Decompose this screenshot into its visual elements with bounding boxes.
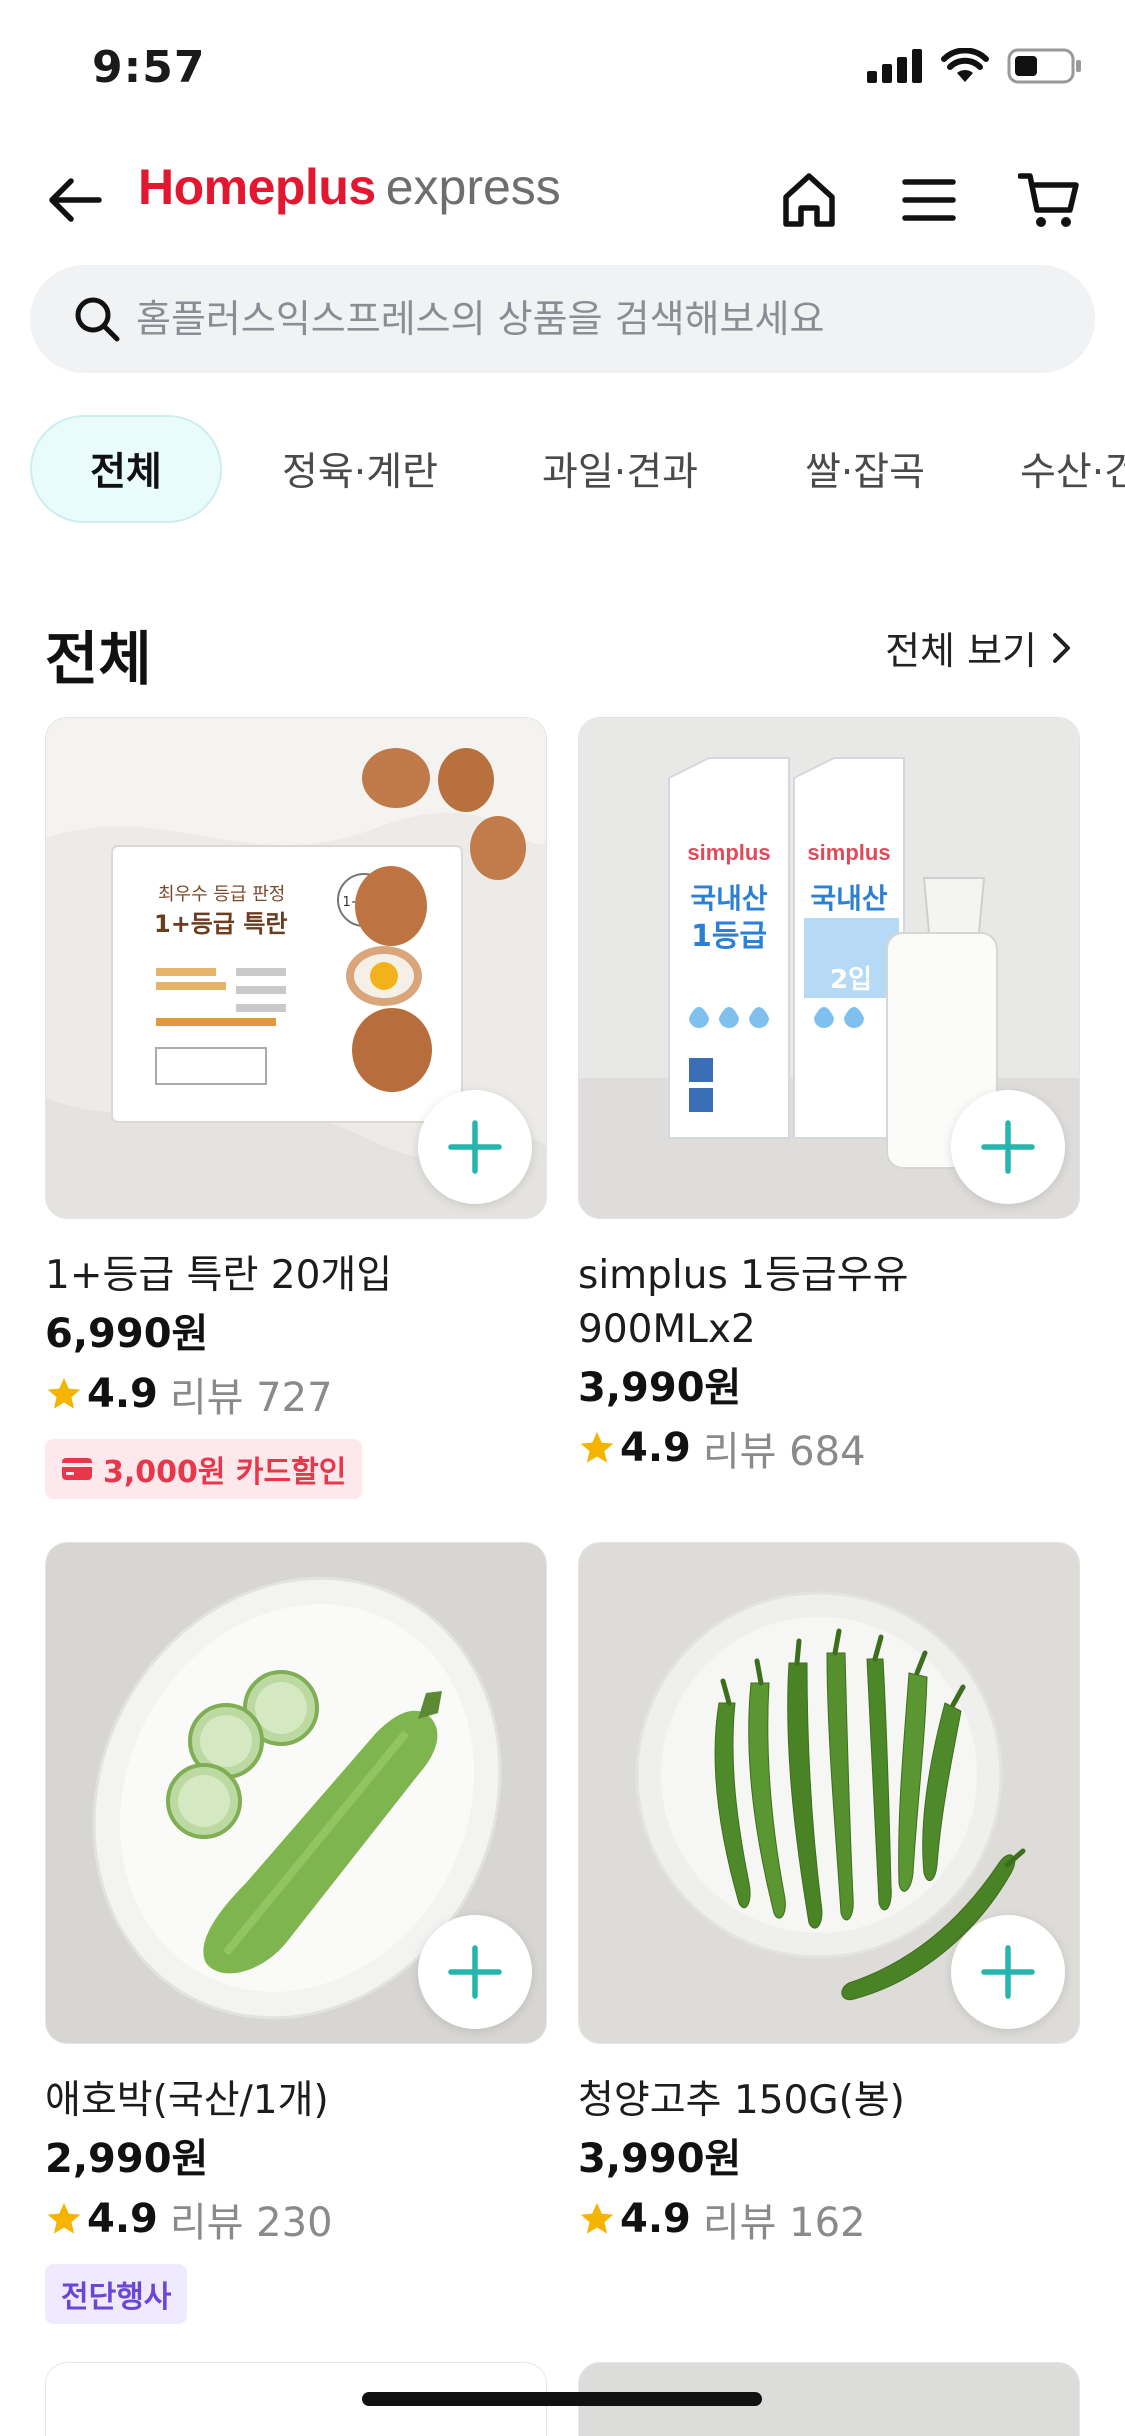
flyer-event-badge: 전단행사 (45, 2264, 188, 2324)
product-price: 3,990원 (578, 2136, 742, 2182)
category-chip-rice-grain[interactable]: 쌀·잡곡 (765, 415, 965, 523)
battery-icon (1007, 48, 1081, 84)
product-card[interactable]: 청양고추 150G(봉) 3,990원 4.9 리뷰 162 (578, 1542, 1080, 2246)
review-count: 리뷰 727 (169, 1375, 333, 1421)
app-header: Homeplus express (0, 140, 1125, 255)
search-input[interactable] (136, 297, 1036, 341)
chevron-right-icon (1053, 632, 1070, 663)
rating-score: 4.9 (87, 1371, 158, 1417)
home-indicator[interactable] (362, 2392, 762, 2406)
rating-score: 4.9 (620, 1425, 691, 1471)
home-icon (783, 173, 835, 227)
review-count: 리뷰 684 (702, 1429, 866, 1475)
star-icon (580, 2202, 614, 2234)
carton-brand-second: simplus (807, 840, 890, 865)
product-price: 3,990원 (578, 1365, 742, 1411)
star-icon (580, 1431, 614, 1463)
add-to-cart-button[interactable] (418, 1090, 532, 1204)
add-to-cart-button[interactable] (418, 1915, 532, 2029)
card-discount-label: 3,000원 카드할인 (103, 1455, 347, 1490)
star-icon (47, 1377, 81, 1409)
egg-box-title-line1: 최우수 등급 판정 (158, 884, 285, 905)
plus-icon (448, 1945, 502, 1999)
arrow-left-icon (49, 178, 102, 222)
product-card[interactable]: simplus 국내산 1등급 simplus 국내산 2입 simplus 1… (578, 717, 1080, 1475)
review-count: 리뷰 230 (169, 2200, 333, 2246)
status-time: 9:57 (92, 42, 206, 93)
add-to-cart-button[interactable] (951, 1915, 1065, 2029)
view-all-label: 전체 보기 (885, 629, 1037, 673)
category-chip-seafood[interactable]: 수산·건어 (995, 415, 1125, 523)
search-icon (70, 292, 124, 346)
card-discount-badge: 3,000원 카드할인 (45, 1439, 363, 1499)
carton-grade: 1등급 (691, 919, 767, 954)
product-image[interactable]: 최우수 등급 판정 1+등급 특란 1+등급 (45, 717, 547, 1219)
product-name[interactable]: 청양고추 150G(봉) (578, 2074, 1080, 2128)
category-tabs: 전체 정육·계란 과일·견과 쌀·잡곡 수산·건어 (30, 415, 1125, 525)
product-image[interactable] (45, 1542, 547, 2044)
carton-origin: 국내산 (690, 882, 768, 915)
cellular-signal-icon (867, 49, 922, 83)
add-to-cart-button[interactable] (951, 1090, 1065, 1204)
home-button[interactable] (773, 164, 845, 236)
category-chip-fruit-nut[interactable]: 과일·견과 (505, 415, 735, 523)
logo-sub: express (385, 159, 561, 215)
carton-brand: simplus (687, 840, 770, 865)
review-count: 리뷰 162 (702, 2200, 866, 2246)
category-chip-meat-egg[interactable]: 정육·계란 (245, 415, 475, 523)
search-bar[interactable] (30, 265, 1095, 373)
product-image[interactable]: simplus 국내산 1등급 simplus 국내산 2입 (578, 717, 1080, 1219)
section-title: 전체 (45, 625, 152, 693)
product-card[interactable]: 최우수 등급 판정 1+등급 특란 1+등급 1+등급 특란 20 (45, 717, 547, 1499)
back-button[interactable] (40, 165, 110, 235)
menu-button[interactable] (893, 164, 965, 236)
view-all-link[interactable]: 전체 보기 (885, 620, 1073, 675)
star-icon (47, 2202, 81, 2234)
rating-score: 4.9 (620, 2196, 691, 2242)
carton-pack-label: 2입 (830, 965, 872, 995)
logo-brand: Homeplus (138, 159, 376, 215)
homeplus-express-logo[interactable]: Homeplus express (138, 158, 561, 216)
product-price: 6,990원 (45, 1311, 209, 1357)
hamburger-menu-icon (902, 179, 956, 221)
product-rating: 4.9 리뷰 230 (45, 2192, 547, 2246)
status-icons (867, 48, 1083, 84)
product-rating: 4.9 리뷰 684 (578, 1421, 1080, 1475)
product-image[interactable] (578, 1542, 1080, 2044)
category-chip-all[interactable]: 전체 (30, 415, 222, 523)
plus-icon (981, 1945, 1035, 1999)
wifi-icon (941, 48, 989, 82)
rating-score: 4.9 (87, 2196, 158, 2242)
carton-origin-second: 국내산 (810, 882, 888, 915)
egg-box-title-line2: 1+등급 특란 (154, 910, 287, 938)
cart-button[interactable] (1013, 164, 1085, 236)
product-name[interactable]: simplus 1등급우유 900MLx2 (578, 1249, 1080, 1357)
product-price: 2,990원 (45, 2136, 209, 2182)
plus-icon (981, 1120, 1035, 1174)
status-bar: 9:57 (0, 0, 1125, 135)
product-rating: 4.9 리뷰 162 (578, 2192, 1080, 2246)
product-name[interactable]: 1+등급 특란 20개입 (45, 1249, 547, 1303)
credit-card-icon (62, 1458, 92, 1480)
plus-icon (448, 1120, 502, 1174)
product-name[interactable]: 애호박(국산/1개) (45, 2074, 547, 2128)
shopping-cart-icon (1018, 173, 1079, 227)
product-card[interactable]: 애호박(국산/1개) 2,990원 4.9 리뷰 230 전단행사 (45, 1542, 547, 2324)
product-rating: 4.9 리뷰 727 (45, 1367, 547, 1421)
